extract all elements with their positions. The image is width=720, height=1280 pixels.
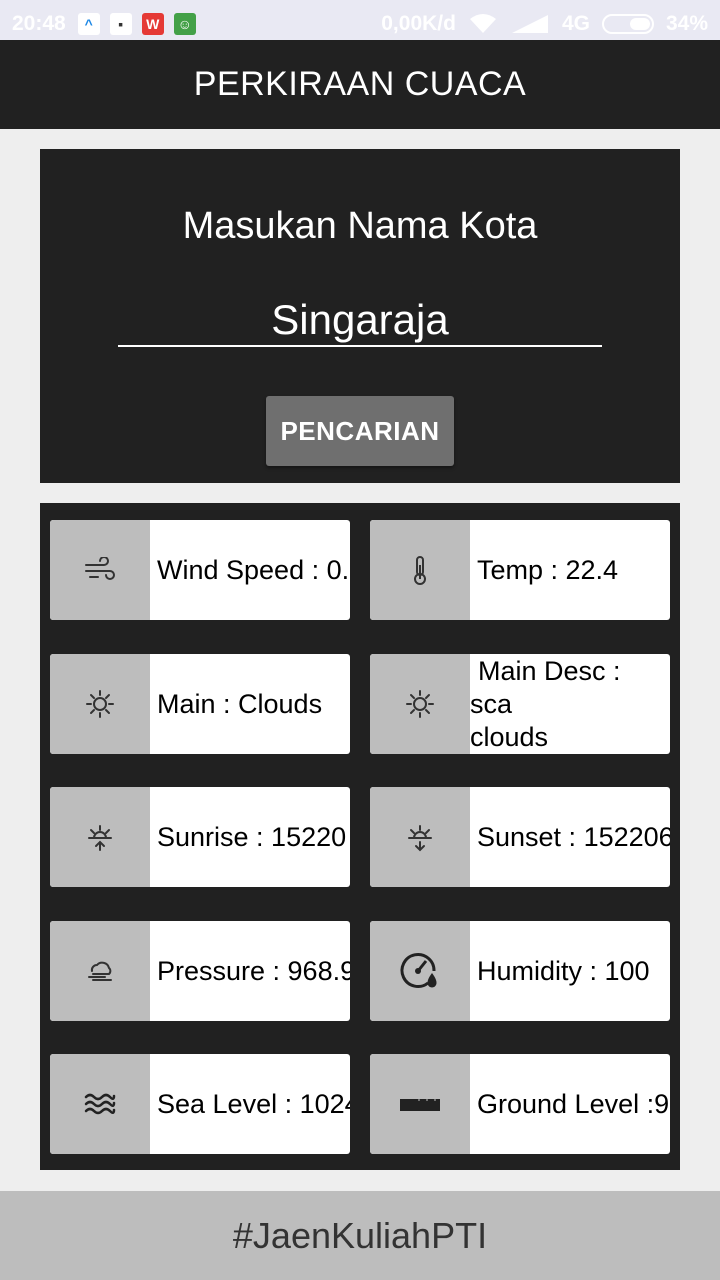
main-desc-card: Main Desc : sca clouds [370, 654, 670, 754]
sunset-label: Sunset : 152206 [477, 821, 670, 852]
sun-icon [50, 654, 150, 754]
temp-label: Temp : 22.4 [477, 554, 619, 585]
sunrise-label: Sunrise : 15220 [157, 821, 347, 852]
ground-level-card: Ground Level :9 [370, 1054, 670, 1154]
pressure-icon [50, 921, 150, 1021]
sea-waves-icon [50, 1054, 150, 1154]
search-title: Masukan Nama Kota [182, 205, 538, 247]
sunrise-card: Sunrise : 15220 [50, 787, 350, 887]
sea-level-label: Sea Level : 1024 [157, 1088, 350, 1119]
wind-icon [50, 520, 150, 620]
android-icon: ☺ [173, 13, 196, 35]
ground-icon [370, 1054, 470, 1154]
temp-card: Temp : 22.4 [370, 520, 670, 620]
thermometer-icon [370, 520, 470, 620]
search-button[interactable]: PENCARIAN [266, 396, 454, 466]
footer-text: #JaenKuliahPTI [232, 1214, 488, 1256]
search-panel: Masukan Nama Kota PENCARIAN [40, 149, 680, 483]
main-desc-line2: clouds [470, 721, 549, 752]
net-speed: 0,00K/d [381, 12, 456, 35]
humidity-gauge-icon [370, 921, 470, 1021]
chat-icon: ▪ [109, 13, 132, 35]
wind-speed-label: Wind Speed : 0. [157, 554, 350, 585]
sunrise-icon [50, 787, 150, 887]
signal-icon [510, 13, 550, 35]
sunset-card: Sunset : 152206 [370, 787, 670, 887]
main-desc-line1: Main Desc : sca [470, 655, 621, 719]
notification-icons: ^ ▪ W ☺ [77, 13, 196, 35]
footer: #JaenKuliahPTI [0, 1191, 720, 1280]
network-type: 4G [561, 12, 590, 35]
wind-speed-card: Wind Speed : 0. [50, 520, 350, 620]
main-label: Main : Clouds [157, 688, 323, 719]
sea-level-card: Sea Level : 1024 [50, 1054, 350, 1154]
weather-grid: Wind Speed : 0. Temp : 22.4 Main : Cloud… [40, 503, 680, 1170]
city-input-wrapper [118, 297, 602, 347]
app-title: PERKIRAAN CUACA [193, 65, 527, 103]
humidity-card: Humidity : 100 [370, 921, 670, 1021]
main-desc-label: Main Desc : sca clouds [470, 654, 670, 754]
app-a-icon: ^ [77, 13, 100, 35]
status-right: 0,00K/d 4G 34% [381, 12, 708, 36]
wifi-icon [468, 13, 498, 35]
humidity-label: Humidity : 100 [477, 955, 650, 986]
city-input[interactable] [118, 297, 602, 343]
app-bar: PERKIRAAN CUACA [0, 40, 720, 129]
sunset-icon [370, 787, 470, 887]
sun-icon [370, 654, 470, 754]
wps-icon: W [141, 13, 164, 35]
battery-percent: 34% [665, 12, 708, 35]
pressure-label: Pressure : 968.9 [157, 955, 350, 986]
pressure-card: Pressure : 968.9 [50, 921, 350, 1021]
battery-icon [601, 14, 654, 34]
main-card: Main : Clouds [50, 654, 350, 754]
ground-level-label: Ground Level :9 [477, 1088, 670, 1119]
status-time: 20:48 [12, 12, 66, 35]
